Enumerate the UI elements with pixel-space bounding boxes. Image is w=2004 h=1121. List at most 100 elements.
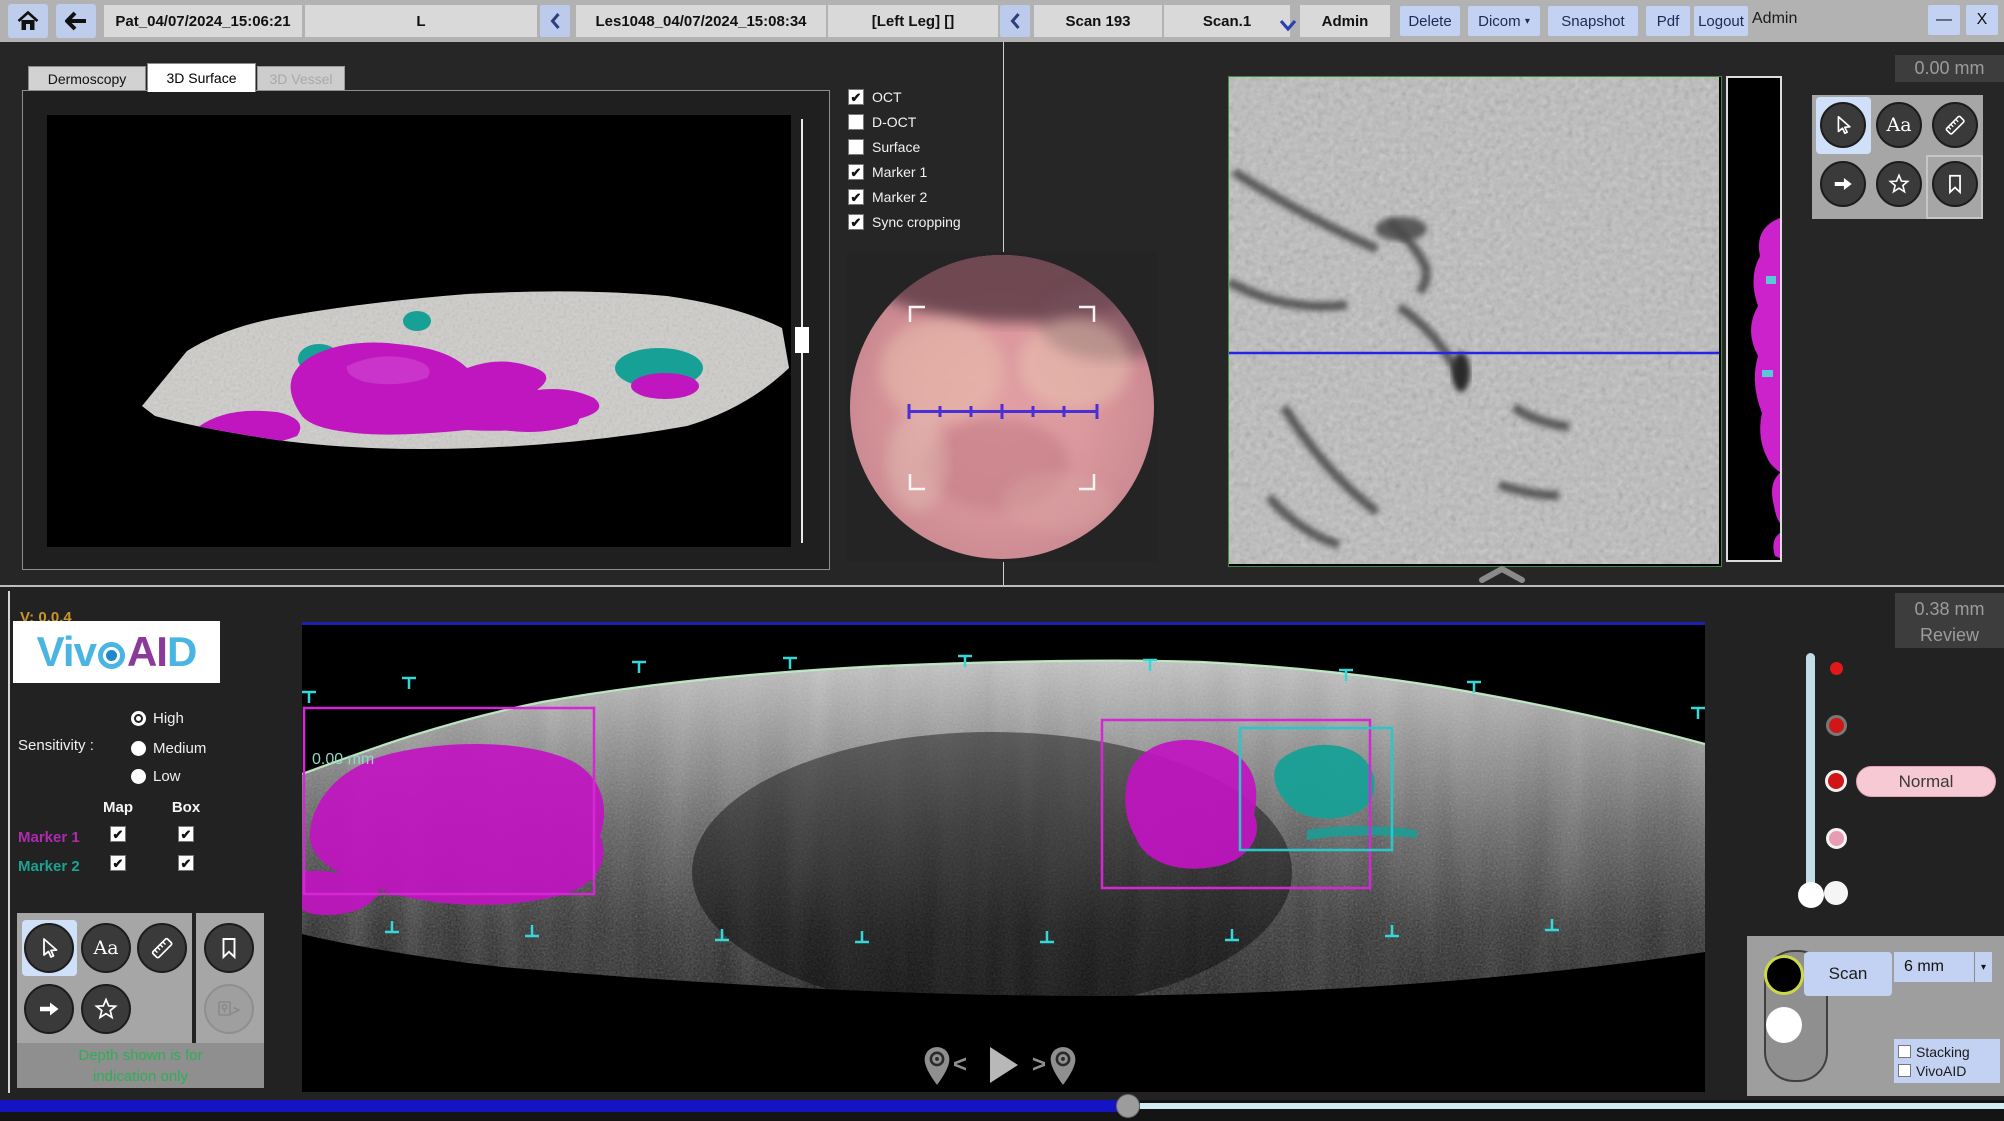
step-forward-chevron[interactable]: > <box>1032 1053 1046 1077</box>
oct-checkbox[interactable] <box>848 89 864 105</box>
severity-dot-critical[interactable] <box>1830 662 1843 675</box>
sensitivity-low-radio[interactable] <box>131 769 146 784</box>
home-button[interactable] <box>8 4 48 38</box>
pdf-button[interactable]: Pdf <box>1646 6 1690 36</box>
scrub-bar-thumb[interactable] <box>1116 1094 1140 1118</box>
overlay-option-doct[interactable]: D-OCT <box>848 111 916 133</box>
marker2-box-checkbox[interactable] <box>178 855 194 871</box>
lesion-location-field[interactable]: [Left Leg] [] <box>828 5 998 37</box>
pointer-tool-button[interactable] <box>24 923 74 973</box>
sensitivity-low-label[interactable]: Low <box>153 768 181 785</box>
scan-select-dropdown[interactable]: Scan.1 <box>1164 5 1290 37</box>
previous-marker-button[interactable] <box>922 1046 952 1086</box>
marker1-checkbox[interactable] <box>848 164 864 180</box>
severity-dot-high[interactable] <box>1826 715 1847 736</box>
marker1-box-checkbox[interactable] <box>178 826 194 842</box>
stacking-checkbox[interactable] <box>1898 1045 1911 1058</box>
ruler-icon <box>149 935 175 961</box>
chevron-up-icon <box>1474 565 1530 583</box>
panel-collapse-handle[interactable] <box>1474 565 1530 583</box>
overlay-option-surface[interactable]: Surface <box>848 136 920 158</box>
close-window-button[interactable]: X <box>1966 5 1998 35</box>
annotation-text-tool-button[interactable]: Aa <box>81 923 131 973</box>
surface-checkbox[interactable] <box>848 139 864 155</box>
sensitivity-high-label[interactable]: High <box>153 710 184 727</box>
arrow-icon <box>1832 173 1854 195</box>
previous-lesion-button[interactable] <box>540 5 570 37</box>
dicom-label: Dicom <box>1478 13 1521 30</box>
marker2-checkbox[interactable] <box>848 189 864 205</box>
chevron-down-icon[interactable] <box>1278 18 1298 34</box>
marker-depth-strip <box>1726 76 1782 562</box>
marker1-map-checkbox[interactable] <box>110 826 126 842</box>
next-marker-button[interactable] <box>1048 1046 1078 1086</box>
back-button[interactable] <box>56 4 96 38</box>
sync-cropping-label: Sync cropping <box>872 214 961 230</box>
ruler-tool-button[interactable] <box>137 923 187 973</box>
annotation-text-tool-button[interactable]: Aa <box>1876 102 1922 148</box>
severity-dot-mild[interactable] <box>1826 828 1847 849</box>
tab-3d-vessel: 3D Vessel <box>257 66 345 92</box>
previous-scan-button[interactable] <box>1000 5 1030 37</box>
map-location-icon <box>216 996 242 1022</box>
3d-surface-render <box>47 115 791 547</box>
bookmark-tool-button[interactable] <box>1932 161 1978 207</box>
severity-slider-track[interactable] <box>1806 653 1815 905</box>
patient-id-field[interactable]: Pat_04/07/2024_15:06:21 <box>104 5 302 37</box>
laterality-field[interactable]: L <box>305 5 537 37</box>
severity-dot-selected[interactable] <box>1825 770 1847 792</box>
tab-3d-surface[interactable]: 3D Surface <box>147 63 256 92</box>
vivoaid-checkbox[interactable] <box>1898 1064 1911 1077</box>
severity-slider-thumb[interactable] <box>1798 882 1824 908</box>
step-back-chevron[interactable]: < <box>953 1053 967 1077</box>
review-mode-label: Review <box>1895 622 2004 648</box>
top-navigation-bar: Pat_04/07/2024_15:06:21 L Les1048_04/07/… <box>0 0 2004 42</box>
3d-depth-slider-thumb[interactable] <box>795 327 809 353</box>
bookmark-tool-button[interactable] <box>204 923 254 973</box>
sensitivity-medium-radio[interactable] <box>131 741 146 756</box>
sensitivity-medium-label[interactable]: Medium <box>153 740 206 757</box>
lesion-id-field[interactable]: Les1048_04/07/2024_15:08:34 <box>576 5 826 37</box>
stacking-option-row[interactable]: Stacking <box>1898 1044 2000 1060</box>
severity-dot-normal[interactable] <box>1824 881 1848 905</box>
overlay-option-marker1[interactable]: Marker 1 <box>848 161 927 183</box>
minimize-window-button[interactable]: — <box>1928 5 1960 35</box>
star-tool-button[interactable] <box>81 984 131 1034</box>
3d-surface-panel <box>22 90 830 570</box>
scan-button[interactable]: Scan <box>1804 952 1892 996</box>
delete-button[interactable]: Delete <box>1400 6 1460 36</box>
star-tool-button[interactable] <box>1876 161 1922 207</box>
play-button[interactable] <box>986 1045 1020 1085</box>
vivoaid-option-row[interactable]: VivoAID <box>1898 1063 2000 1079</box>
marker2-map-checkbox[interactable] <box>110 855 126 871</box>
bscan-view[interactable]: 0.00 mm <box>302 622 1705 1092</box>
snapshot-button[interactable]: Snapshot <box>1548 6 1638 36</box>
sync-cropping-checkbox[interactable] <box>848 214 864 230</box>
sensitivity-label: Sensitivity : <box>18 737 94 754</box>
tab-dermoscopy[interactable]: Dermoscopy <box>28 66 146 92</box>
bookmark-icon <box>217 936 241 960</box>
normal-classification-button[interactable]: Normal <box>1856 766 1996 797</box>
overlay-option-sync-cropping[interactable]: Sync cropping <box>848 211 961 233</box>
scrub-bar-remaining <box>1140 1103 2004 1109</box>
bscan-scrub-bar[interactable] <box>0 1100 2004 1121</box>
3d-surface-viewport[interactable] <box>47 115 791 547</box>
enface-oct-view[interactable] <box>1228 76 1722 567</box>
logged-in-user-label: Admin <box>1752 10 1797 28</box>
scan-length-dropdown[interactable]: 6 mm ▾ <box>1894 952 1992 982</box>
dermoscopy-preview[interactable] <box>847 252 1157 562</box>
bookmark-icon <box>1944 173 1966 195</box>
arrow-tool-button[interactable] <box>1820 161 1866 207</box>
overlay-option-marker2[interactable]: Marker 2 <box>848 186 927 208</box>
arrow-tool-button[interactable] <box>24 984 74 1034</box>
d-oct-checkbox[interactable] <box>848 114 864 130</box>
ruler-tool-button[interactable] <box>1932 102 1978 148</box>
sensitivity-high-radio[interactable] <box>131 711 146 726</box>
stacking-label: Stacking <box>1916 1044 1970 1060</box>
dropdown-caret-icon: ▾ <box>1525 16 1530 27</box>
overlay-option-oct[interactable]: OCT <box>848 86 902 108</box>
bscan-toolbar-secondary <box>196 913 264 1043</box>
dicom-dropdown-button[interactable]: Dicom ▾ <box>1468 6 1540 36</box>
logout-button[interactable]: Logout <box>1694 6 1748 36</box>
pointer-tool-button[interactable] <box>1820 102 1866 148</box>
